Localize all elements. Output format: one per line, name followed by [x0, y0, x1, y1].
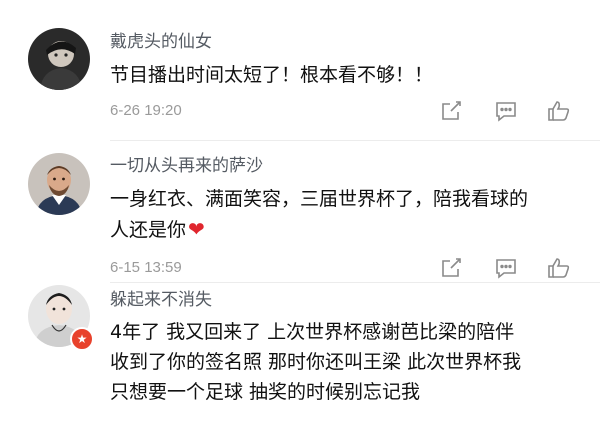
- username[interactable]: 躲起来不消失: [110, 289, 212, 311]
- timestamp: 6-15 13:59: [110, 259, 182, 276]
- like-icon[interactable]: [546, 255, 572, 281]
- comment-item: 一切从头再来的萨沙 一身红衣、满面笑容，三届世界杯了，陪我看球的 人还是你 ❤ 6…: [0, 141, 600, 281]
- comment-icon[interactable]: [493, 98, 519, 124]
- username[interactable]: 戴虎头的仙女: [110, 31, 212, 53]
- comment-item: ★ 躲起来不消失 4年了 我又回来了 上次世界杯感谢芭比梁的陪伴 收到了你的签名…: [0, 283, 600, 425]
- comment-text: 一身红衣、满面笑容，三届世界杯了，陪我看球的 人还是你 ❤: [110, 184, 580, 245]
- avatar[interactable]: [28, 153, 90, 215]
- comment-text: 4年了 我又回来了 上次世界杯感谢芭比梁的陪伴 收到了你的签名照 那时你还叫王梁…: [110, 317, 580, 407]
- like-icon[interactable]: [546, 98, 572, 124]
- timestamp: 6-26 19:20: [110, 102, 182, 119]
- comment-actions: [438, 255, 578, 281]
- comment-icon[interactable]: [493, 255, 519, 281]
- share-icon[interactable]: [438, 98, 464, 124]
- comment-line-text: 人还是你: [110, 219, 187, 241]
- share-icon[interactable]: [438, 255, 464, 281]
- avatar-image: [28, 28, 90, 90]
- avatar-image: [28, 153, 90, 215]
- username[interactable]: 一切从头再来的萨沙: [110, 155, 263, 177]
- comment-line: 节目播出时间太短了！根本看不够！！: [110, 64, 434, 86]
- comment-line: 人还是你 ❤: [110, 214, 580, 245]
- comment-line: 收到了你的签名照 那时你还叫王梁 此次世界杯我: [110, 351, 522, 373]
- comment-actions: [438, 98, 578, 124]
- avatar[interactable]: [28, 28, 90, 90]
- comment-line: 一身红衣、满面笑容，三届世界杯了，陪我看球的: [110, 188, 529, 210]
- vip-star-icon: ★: [70, 327, 94, 351]
- comment-line: 只想要一个足球 抽奖的时候别忘记我: [110, 381, 421, 403]
- comment-text: 节目播出时间太短了！根本看不够！！: [110, 60, 580, 90]
- comment-item: 戴虎头的仙女 节目播出时间太短了！根本看不够！！ 6-26 19:20: [0, 0, 600, 140]
- comment-line: 4年了 我又回来了 上次世界杯感谢芭比梁的陪伴: [110, 321, 515, 343]
- heart-emoji: ❤: [188, 217, 205, 241]
